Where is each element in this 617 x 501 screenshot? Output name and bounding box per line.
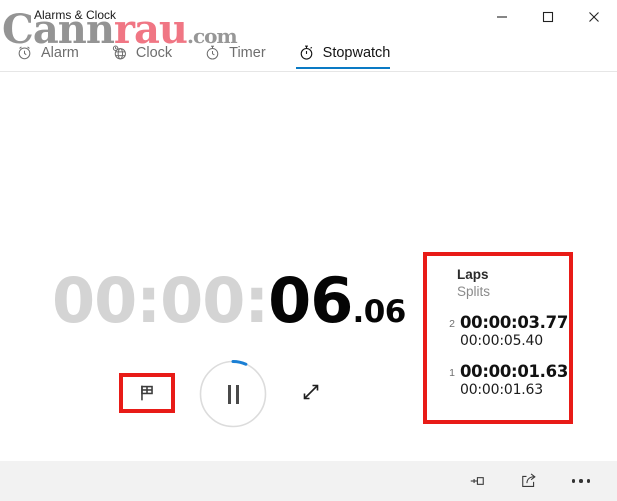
pause-button[interactable] — [199, 360, 267, 428]
window-controls — [479, 0, 617, 34]
title-bar: Alarms & Clock — [0, 0, 617, 34]
page-title: Alarms & Clock — [34, 8, 117, 22]
pause-icon — [227, 384, 239, 404]
tab-stopwatch-label: Stopwatch — [322, 44, 391, 61]
tab-stopwatch[interactable]: Stopwatch — [295, 34, 405, 71]
lap-time: 00:00:03.77 — [460, 313, 569, 332]
lap-number: 2 — [449, 318, 455, 330]
timer-icon — [204, 44, 221, 61]
stopwatch-icon — [298, 44, 315, 61]
share-icon — [519, 471, 539, 491]
more-button[interactable] — [555, 463, 607, 499]
pin-icon — [467, 471, 487, 491]
tab-clock[interactable]: Clock — [109, 34, 186, 71]
alarms-clock-window: Alarms & Clock Cannrau.com Alarm Clock T… — [0, 0, 617, 501]
list-item: 1 00:00:01.63 00:00:01.63 — [427, 362, 569, 399]
laps-panel[interactable]: Laps Splits 2 00:00:03.77 00:00:05.40 1 … — [423, 252, 573, 424]
close-button[interactable] — [571, 0, 617, 34]
tab-alarm[interactable]: Alarm — [14, 34, 93, 71]
splits-header-label: Splits — [457, 284, 491, 299]
lap-time: 00:00:01.63 — [460, 362, 569, 381]
expand-button[interactable] — [294, 377, 328, 411]
bottom-command-bar — [0, 461, 617, 501]
stopwatch-time-display: 00:00: 06 .06 — [52, 270, 406, 343]
list-item: 2 00:00:03.77 00:00:05.40 — [427, 313, 569, 350]
globe-clock-icon — [111, 44, 128, 61]
more-icon — [571, 479, 591, 483]
expand-icon — [299, 380, 323, 409]
active-tab-indicator — [295, 66, 391, 69]
tab-bar: Alarm Clock Timer Stopwatch — [0, 34, 617, 72]
share-button[interactable] — [503, 463, 555, 499]
lap-number: 1 — [449, 367, 455, 379]
split-time: 00:00:05.40 — [460, 333, 543, 349]
laps-header-label: Laps — [457, 267, 489, 282]
tab-timer[interactable]: Timer — [202, 34, 280, 71]
stopwatch-time-seconds: 06 — [268, 264, 353, 337]
lap-flag-icon — [136, 382, 158, 404]
maximize-button[interactable] — [525, 0, 571, 34]
tab-timer-label: Timer — [229, 44, 266, 61]
tab-clock-label: Clock — [135, 44, 173, 61]
tab-alarm-label: Alarm — [41, 44, 79, 61]
stopwatch-time-fraction: .06 — [352, 294, 406, 330]
lap-button[interactable] — [119, 373, 175, 413]
alarm-clock-icon — [16, 44, 33, 61]
stopwatch-panel: 00:00: 06 .06 Laps Splits 2 00:00:03.77 … — [0, 72, 617, 461]
pin-button[interactable] — [451, 463, 503, 499]
split-time: 00:00:01.63 — [460, 382, 543, 398]
laps-header: Laps Splits — [427, 266, 569, 301]
minimize-button[interactable] — [479, 0, 525, 34]
stopwatch-time-leading: 00:00: — [52, 264, 269, 337]
